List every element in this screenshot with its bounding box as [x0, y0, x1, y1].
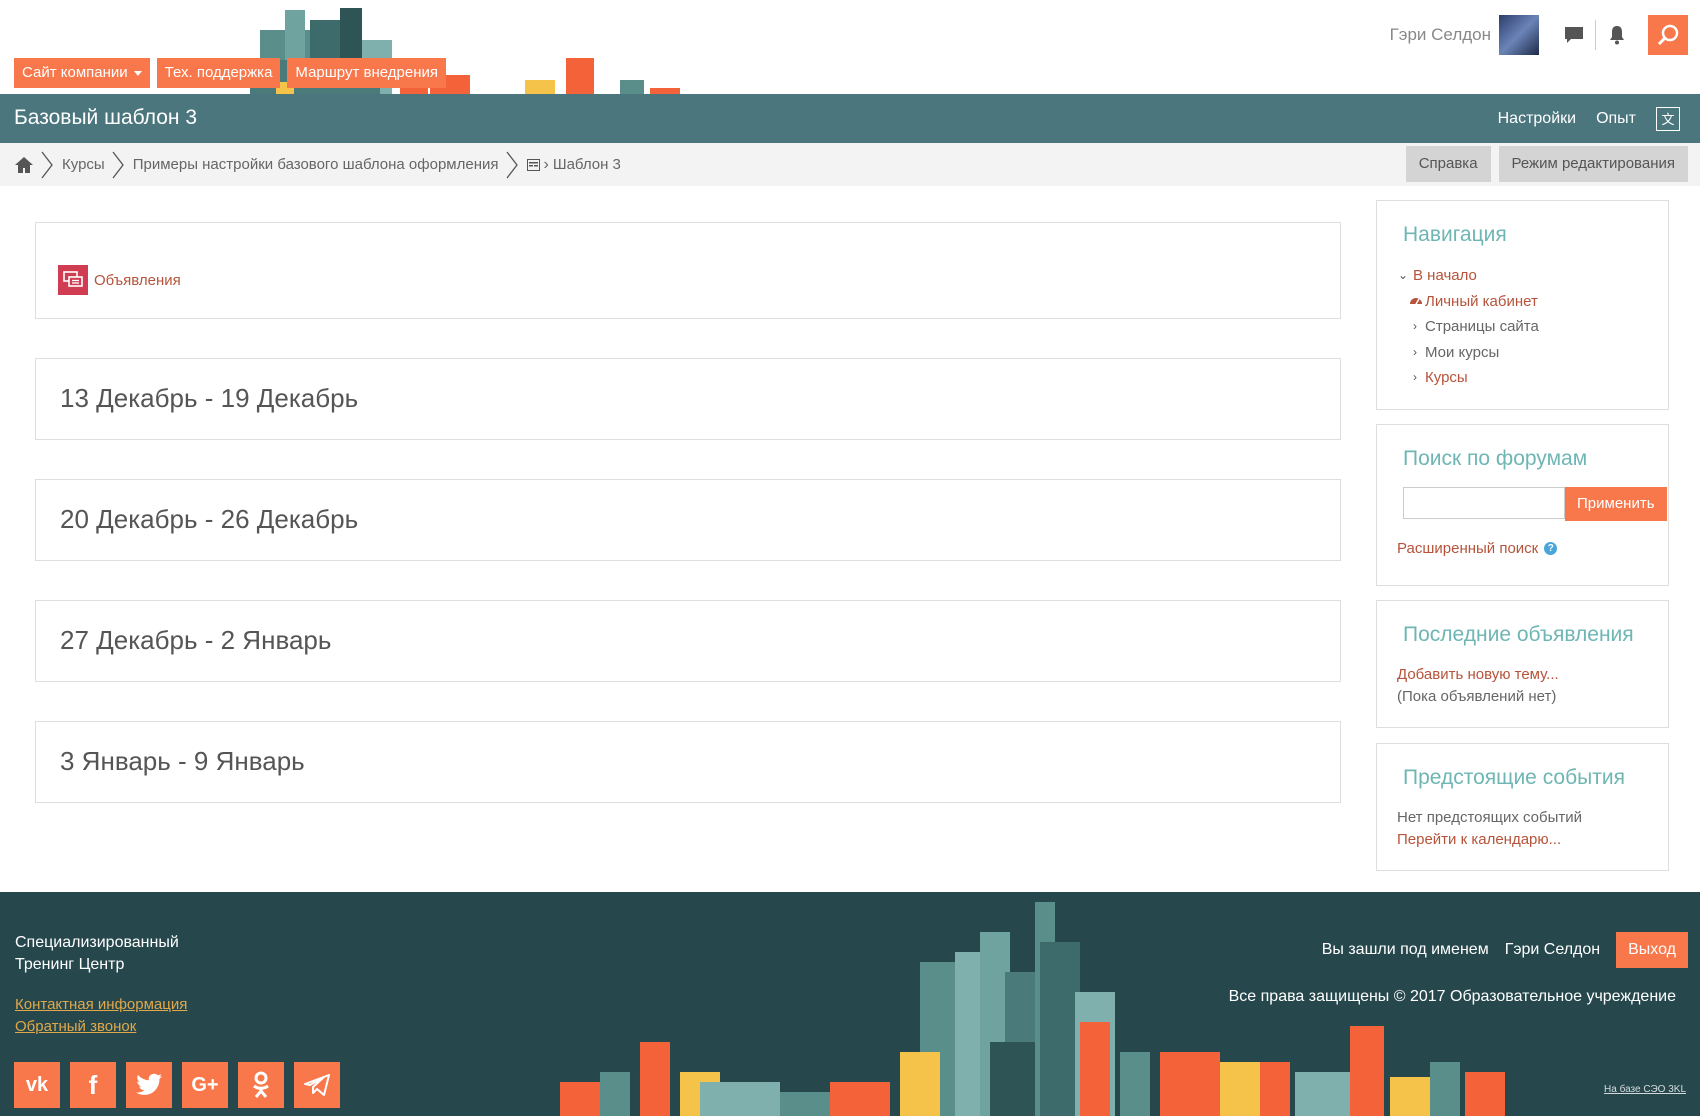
general-section: Объявления	[35, 222, 1341, 319]
caret-down-icon	[133, 70, 142, 76]
apply-button[interactable]: Применить	[1565, 487, 1667, 521]
callback-link[interactable]: Обратный звонок	[15, 1016, 187, 1038]
breadcrumb: Курсы Примеры настройки базового шаблона…	[14, 143, 621, 186]
home-icon[interactable]	[14, 156, 34, 174]
events-content: Нет предстоящих событий Перейти к календ…	[1397, 807, 1582, 851]
chat-icon[interactable]	[1563, 24, 1585, 46]
footer-user-info: Вы зашли под именем Гэри Селдон Выход	[1322, 932, 1688, 968]
odnoklassniki-icon[interactable]	[238, 1062, 284, 1108]
course-content: Объявления 13 Декабрь - 19 Декабрь 20 Де…	[35, 222, 1341, 803]
section-title: 27 Декабрь - 2 Январь	[60, 625, 332, 655]
twitter-icon[interactable]	[126, 1062, 172, 1108]
user-menu: Гэри Селдон	[1390, 0, 1700, 70]
social-links: vk f G+	[14, 1062, 340, 1108]
dashboard-icon	[1409, 289, 1422, 315]
help-button[interactable]: Справка	[1405, 146, 1491, 182]
search-button[interactable]	[1648, 15, 1688, 55]
nav-site-pages[interactable]: › Страницы сайта	[1397, 314, 1539, 340]
block-title: Последние объявления	[1403, 623, 1634, 646]
forum-search-input[interactable]	[1403, 487, 1565, 519]
news-content: Добавить новую тему... (Пока объявлений …	[1397, 664, 1559, 708]
block-title: Навигация	[1403, 223, 1507, 246]
translate-icon[interactable]: 文	[1656, 106, 1680, 131]
edit-mode-button[interactable]: Режим редактирования	[1498, 146, 1688, 182]
forum-search-block: Поиск по форумам Применить Расширенный п…	[1376, 424, 1669, 586]
course-icon	[526, 158, 540, 171]
navigation-tree: ⌄ В начало Личный кабинет › Страницы сай…	[1397, 263, 1539, 391]
chevron-right-icon: ›	[1413, 319, 1417, 333]
footer: Специализированный Тренинг Центр Контакт…	[0, 892, 1700, 1116]
footer-user-name[interactable]: Гэри Селдон	[1505, 941, 1600, 959]
announcements-link[interactable]: Объявления	[58, 265, 181, 295]
google-plus-icon[interactable]: G+	[182, 1062, 228, 1108]
breadcrumb-bar: Курсы Примеры настройки базового шаблона…	[0, 143, 1700, 186]
powered-by-link[interactable]: На базе СЭО 3KL	[1604, 1084, 1686, 1095]
course-titlebar: Базовый шаблон 3 Настройки Опыт 文	[0, 94, 1700, 143]
upcoming-events-block: Предстоящие события Нет предстоящих собы…	[1376, 743, 1669, 871]
vk-icon[interactable]: vk	[14, 1062, 60, 1108]
help-icon[interactable]: ?	[1544, 542, 1558, 555]
breadcrumb-courses[interactable]: Курсы	[62, 156, 105, 173]
add-topic-link[interactable]: Добавить новую тему...	[1397, 664, 1559, 686]
breadcrumb-separator-icon	[505, 151, 518, 178]
section-title: 13 Декабрь - 19 Декабрь	[60, 383, 359, 413]
navigation-block: Навигация ⌄ В начало Личный кабинет › Ст…	[1376, 200, 1669, 410]
user-name[interactable]: Гэри Селдон	[1390, 25, 1491, 45]
week-section: 3 Январь - 9 Январь	[35, 721, 1341, 803]
facebook-icon[interactable]: f	[70, 1062, 116, 1108]
search-icon	[1657, 24, 1679, 46]
company-site-button[interactable]: Сайт компании	[14, 58, 150, 88]
chevron-down-icon: ⌄	[1397, 268, 1409, 282]
advanced-search-link[interactable]: Расширенный поиск ?	[1397, 540, 1558, 557]
footer-brand: Специализированный Тренинг Центр	[15, 934, 179, 973]
section-title: 3 Январь - 9 Январь	[60, 746, 305, 776]
experience-link[interactable]: Опыт	[1596, 110, 1636, 128]
chevron-right-icon: ›	[1413, 370, 1417, 384]
telegram-icon[interactable]	[294, 1062, 340, 1108]
chevron-right-icon: ›	[1413, 344, 1417, 359]
titlebar-links: Настройки Опыт 文	[1498, 94, 1680, 143]
nav-home[interactable]: ⌄ В начало	[1397, 263, 1539, 289]
week-section: 27 Декабрь - 2 Январь	[35, 600, 1341, 682]
bell-icon[interactable]	[1606, 24, 1628, 46]
header: Сайт компании Тех. поддержка Маршрут вне…	[0, 0, 1700, 94]
chevron-right-icon: ›	[543, 155, 549, 173]
logout-button[interactable]: Выход	[1616, 932, 1688, 968]
calendar-link[interactable]: Перейти к календарю...	[1397, 829, 1582, 851]
separator	[1595, 20, 1596, 50]
avatar[interactable]	[1499, 15, 1539, 55]
footer-links: Контактная информация Обратный звонок	[15, 994, 187, 1038]
logged-in-text: Вы зашли под именем	[1321, 941, 1489, 958]
copyright: Все права защищены © 2017 Образовательно…	[1228, 988, 1676, 1005]
block-title: Предстоящие события	[1403, 766, 1625, 789]
breadcrumb-examples[interactable]: Примеры настройки базового шаблона оформ…	[133, 156, 499, 173]
week-section: 13 Декабрь - 19 Декабрь	[35, 358, 1341, 440]
tech-support-button[interactable]: Тех. поддержка	[156, 58, 281, 88]
breadcrumb-separator-icon	[112, 151, 124, 178]
forum-icon	[58, 265, 88, 295]
forum-search-form: Применить	[1403, 487, 1667, 521]
week-section: 20 Декабрь - 26 Декабрь	[35, 479, 1341, 561]
nav-dashboard[interactable]: Личный кабинет	[1397, 289, 1539, 315]
contact-info-link[interactable]: Контактная информация	[15, 994, 187, 1016]
settings-link[interactable]: Настройки	[1498, 110, 1576, 128]
nav-courses[interactable]: › Курсы	[1397, 365, 1539, 391]
top-navigation: Сайт компании Тех. поддержка Маршрут вне…	[14, 58, 447, 88]
no-events-text: Нет предстоящих событий	[1397, 809, 1583, 826]
breadcrumb-separator-icon	[41, 151, 53, 178]
block-title: Поиск по форумам	[1403, 447, 1588, 470]
page-title[interactable]: Базовый шаблон 3	[14, 106, 197, 130]
breadcrumb-current[interactable]: Шаблон 3	[553, 156, 621, 173]
nav-my-courses[interactable]: › Мои курсы	[1397, 340, 1539, 366]
implementation-route-button[interactable]: Маршрут внедрения	[287, 58, 447, 88]
breadcrumb-actions: Справка Режим редактирования	[1405, 146, 1688, 182]
no-news-text: (Пока объявлений нет)	[1397, 688, 1557, 705]
latest-news-block: Последние объявления Добавить новую тему…	[1376, 600, 1669, 728]
section-title: 20 Декабрь - 26 Декабрь	[60, 504, 359, 534]
